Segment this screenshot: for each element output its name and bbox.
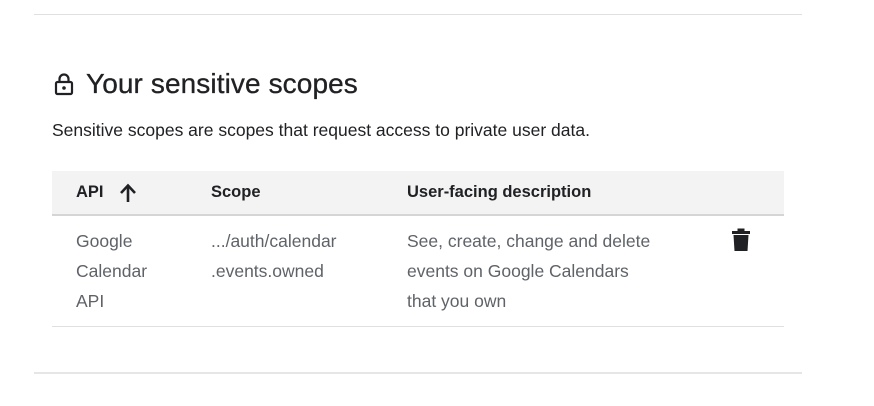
cell-description-line: that you own	[407, 291, 507, 311]
cell-api: Google Calendar API	[52, 215, 211, 327]
trash-icon	[732, 228, 750, 251]
column-header-api[interactable]: API	[52, 171, 211, 216]
arrow-up-icon[interactable]	[118, 183, 138, 203]
cell-api-line: Google	[76, 231, 133, 251]
delete-scope-button[interactable]	[729, 227, 753, 253]
lock-icon	[52, 72, 76, 96]
section-description: Sensitive scopes are scopes that request…	[52, 120, 590, 140]
scopes-table: API Scope User-facing description Google…	[52, 171, 784, 327]
cell-scope-line: .../auth/calendar	[211, 231, 337, 251]
cell-api-line: API	[76, 291, 105, 311]
cell-scope: .../auth/calendar .events.owned	[211, 215, 407, 327]
bottom-divider	[34, 372, 802, 374]
cell-actions	[717, 215, 784, 327]
column-header-actions	[717, 171, 784, 216]
column-header-scope[interactable]: Scope	[211, 171, 407, 216]
cell-description-line: See, create, change and delete	[407, 231, 651, 251]
section-header: Your sensitive scopes	[52, 62, 784, 106]
table-header-row: API Scope User-facing description	[52, 171, 784, 216]
cell-description-line: events on Google Calendars	[407, 261, 629, 281]
sensitive-scopes-page: Your sensitive scopes Sensitive scopes a…	[0, 0, 874, 406]
column-header-description[interactable]: User-facing description	[407, 171, 717, 216]
top-divider	[34, 14, 802, 15]
cell-api-line: Calendar	[76, 261, 148, 281]
cell-scope-line: .events.owned	[211, 261, 324, 281]
table-row: Google Calendar API .../auth/calendar .e…	[52, 215, 784, 327]
column-header-api-label: API	[76, 183, 104, 201]
cell-description: See, create, change and delete events on…	[407, 215, 717, 327]
sensitive-scopes-section: Your sensitive scopes Sensitive scopes a…	[52, 62, 784, 327]
section-title: Your sensitive scopes	[86, 68, 358, 99]
